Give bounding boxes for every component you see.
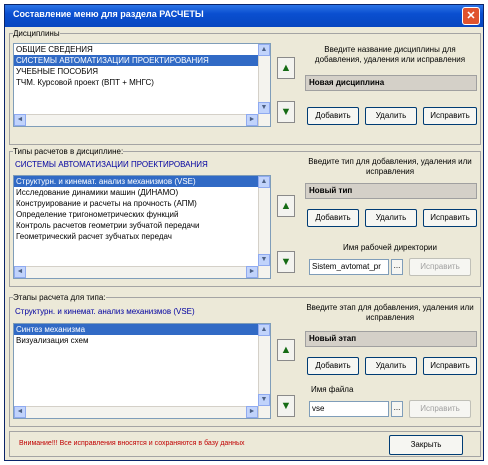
discipline-add-button[interactable]: Добавить [307,107,359,125]
discipline-list-item[interactable]: УЧЕБНЫЕ ПОСОБИЯ [14,66,270,77]
stage-add-button[interactable]: Добавить [307,357,359,375]
stages-move-down-button[interactable]: ▼ [277,395,295,417]
scroll-down-icon[interactable]: ▼ [258,254,270,266]
stages-hscrollbar[interactable]: ◄ ► [14,406,258,418]
scroll-down-icon[interactable]: ▼ [258,394,270,406]
workdir-label: Имя рабочей директории [343,243,437,252]
discipline-name-field[interactable]: Новая дисциплина [305,75,477,91]
arrow-down-icon: ▼ [280,400,292,412]
calc-type-list-item[interactable]: Определение тригонометрических функций [14,209,270,220]
scroll-right-icon[interactable]: ► [246,114,258,126]
calc-type-list-item[interactable]: Исследование динамики машин (ДИНАМО) [14,187,270,198]
stage-list-item[interactable]: Синтез механизма [14,324,270,335]
calc-types-move-up-button[interactable]: ▲ [277,195,295,217]
disciplines-move-up-button[interactable]: ▲ [277,57,295,79]
arrow-up-icon: ▲ [280,344,292,356]
calc-type-edit-button[interactable]: Исправить [423,209,477,227]
scroll-right-icon[interactable]: ► [246,266,258,278]
stages-current-type: Структурн. и кинемат. анализ механизмов … [15,307,195,316]
calc-type-add-button[interactable]: Добавить [307,209,359,227]
discipline-edit-button[interactable]: Исправить [423,107,477,125]
calc-types-current-discipline: СИСТЕМЫ АВТОМАТИЗАЦИИ ПРОЕКТИРОВАНИЯ [15,160,208,169]
stages-list[interactable]: Синтез механизма Визуализация схем ▲ ▼ ◄ … [13,323,271,419]
scroll-right-icon[interactable]: ► [246,406,258,418]
workdir-input[interactable]: Sistem_avtomat_pr [309,259,389,275]
arrow-down-icon: ▼ [280,106,292,118]
dialog-window: Составление меню для раздела РАСЧЕТЫ ✕ Д… [4,4,484,461]
scroll-left-icon[interactable]: ◄ [14,266,26,278]
file-name-input[interactable]: vse [309,401,389,417]
close-window-button[interactable]: ✕ [462,7,480,25]
window-title: Составление меню для раздела РАСЧЕТЫ [13,9,204,19]
calc-type-list-item[interactable]: Контроль расчетов геометрии зубчатой пер… [14,220,270,231]
calc-types-hint: Введите тип для добавления, удаления или… [308,157,472,176]
arrow-up-icon: ▲ [280,62,292,74]
disciplines-hscrollbar[interactable]: ◄ ► [14,114,258,126]
arrow-down-icon: ▼ [280,256,292,268]
file-browse-button[interactable]: ... [391,401,403,417]
stages-items: Синтез механизма Визуализация схем [14,324,270,346]
calc-types-list[interactable]: Структурн. и кинемат. анализ механизмов … [13,175,271,279]
disciplines-vscrollbar[interactable]: ▲ ▼ [258,44,270,126]
stage-edit-button[interactable]: Исправить [423,357,477,375]
stages-label: Этапы расчета для типа: [13,293,106,302]
stage-name-field[interactable]: Новый этап [305,331,477,347]
disciplines-hint: Введите название дисциплины для добавлен… [314,45,466,64]
calc-type-name-field[interactable]: Новый тип [305,183,477,199]
calc-type-delete-button[interactable]: Удалить [365,209,417,227]
workdir-browse-button[interactable]: ... [391,259,403,275]
save-warning-text: Внимание!!! Все исправления вносятся и с… [19,440,245,447]
stages-vscrollbar[interactable]: ▲ ▼ [258,324,270,418]
disciplines-label: Дисциплины [13,29,60,38]
discipline-delete-button[interactable]: Удалить [365,107,417,125]
discipline-list-item[interactable]: ОБЩИЕ СВЕДЕНИЯ [14,44,270,55]
calc-types-label: Типы расчетов в дисциплине: [13,147,124,156]
file-name-label: Имя файла [311,385,354,394]
arrow-up-icon: ▲ [280,200,292,212]
discipline-list-item[interactable]: СИСТЕМЫ АВТОМАТИЗАЦИИ ПРОЕКТИРОВАНИЯ [14,55,270,66]
discipline-list-item[interactable]: ТЧМ. Курсовой проект (ВПТ + МНГС) [14,77,270,88]
scroll-down-icon[interactable]: ▼ [258,102,270,114]
scroll-up-icon[interactable]: ▲ [258,44,270,56]
workdir-edit-button[interactable]: Исправить [409,258,471,276]
disciplines-list[interactable]: ОБЩИЕ СВЕДЕНИЯ СИСТЕМЫ АВТОМАТИЗАЦИИ ПРОЕ… [13,43,271,127]
calc-type-list-item[interactable]: Конструирование и расчеты на прочность (… [14,198,270,209]
scroll-left-icon[interactable]: ◄ [14,406,26,418]
scroll-up-icon[interactable]: ▲ [258,324,270,336]
disciplines-items: ОБЩИЕ СВЕДЕНИЯ СИСТЕМЫ АВТОМАТИЗАЦИИ ПРОЕ… [14,44,270,88]
stage-delete-button[interactable]: Удалить [365,357,417,375]
scroll-left-icon[interactable]: ◄ [14,114,26,126]
stages-move-up-button[interactable]: ▲ [277,339,295,361]
file-edit-button[interactable]: Исправить [409,400,471,418]
stages-hint: Введите этап для добавления, удаления ил… [306,303,474,322]
disciplines-move-down-button[interactable]: ▼ [277,101,295,123]
calc-types-items: Структурн. и кинемат. анализ механизмов … [14,176,270,242]
stage-list-item[interactable]: Визуализация схем [14,335,270,346]
title-bar: Составление меню для раздела РАСЧЕТЫ ✕ [5,5,483,27]
calc-types-hscrollbar[interactable]: ◄ ► [14,266,258,278]
scroll-up-icon[interactable]: ▲ [258,176,270,188]
calc-type-list-item[interactable]: Геометрический расчет зубчатых передач [14,231,270,242]
close-button[interactable]: Закрыть [389,435,463,455]
calc-types-move-down-button[interactable]: ▼ [277,251,295,273]
calc-types-vscrollbar[interactable]: ▲ ▼ [258,176,270,278]
calc-type-list-item[interactable]: Структурн. и кинемат. анализ механизмов … [14,176,270,187]
